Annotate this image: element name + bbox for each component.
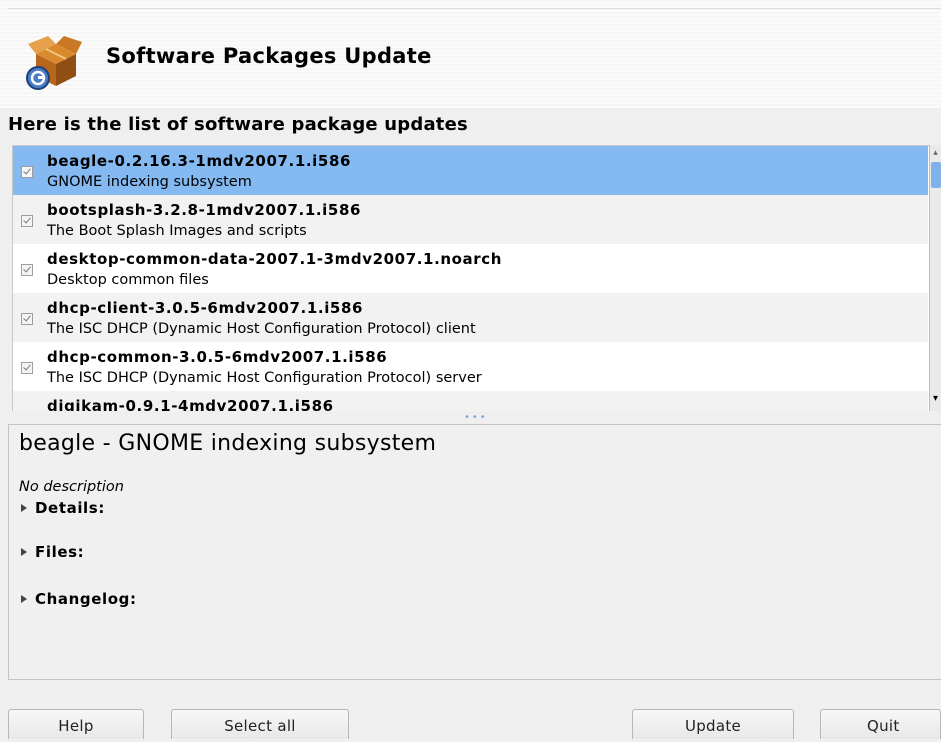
pane-resize-grip[interactable]: ••• [464,413,494,423]
package-name: dhcp-common-3.0.5-6mdv2007.1.i586 [47,348,388,366]
package-name: desktop-common-data-2007.1-3mdv2007.1.no… [47,250,503,268]
package-name: beagle-0.2.16.3-1mdv2007.1.i586 [47,152,352,170]
expander-label: Files: [35,543,85,561]
scroll-thumb[interactable] [931,162,941,188]
scroll-up-arrow-icon[interactable]: ▴ [930,147,941,159]
package-checkbox[interactable] [21,166,33,178]
scroll-down-arrow-icon[interactable]: ▾ [930,393,941,405]
changelog-expander[interactable]: Changelog: [21,590,137,608]
quit-button[interactable]: Quit [820,709,941,739]
header-banner: Software Packages Update [0,0,941,108]
package-row[interactable]: dhcp-common-3.0.5-6mdv2007.1.i586 The ISC… [13,342,928,391]
package-name: dhcp-client-3.0.5-6mdv2007.1.i586 [47,299,364,317]
package-row[interactable]: beagle-0.2.16.3-1mdv2007.1.i586 GNOME ind… [13,146,928,195]
page-title: Software Packages Update [106,44,432,68]
select-all-button[interactable]: Select all [171,709,349,739]
details-expander[interactable]: Details: [21,499,105,517]
header-divider [8,8,941,9]
package-description: Desktop common files [47,272,209,288]
expander-label: Details: [35,499,105,517]
package-row[interactable]: digikam-0.9.1-4mdv2007.1.i586 [13,391,928,411]
details-description: No description [19,479,124,495]
package-name: digikam-0.9.1-4mdv2007.1.i586 [47,397,334,411]
files-expander[interactable]: Files: [21,543,84,561]
package-description: GNOME indexing subsystem [47,174,252,190]
help-button[interactable]: Help [8,709,144,739]
package-name: bootsplash-3.2.8-1mdv2007.1.i586 [47,201,362,219]
package-update-icon [26,36,82,90]
update-button[interactable]: Update [632,709,794,739]
package-checkbox[interactable] [21,264,33,276]
package-description: The Boot Splash Images and scripts [47,223,307,239]
package-checkbox[interactable] [21,362,33,374]
package-list-scrollbar[interactable]: ▴ ▾ [929,145,941,411]
package-row[interactable]: desktop-common-data-2007.1-3mdv2007.1.no… [13,244,928,293]
expand-arrow-icon [21,548,27,556]
package-description: The ISC DHCP (Dynamic Host Configuration… [47,321,476,337]
update-list-label: Here is the list of software package upd… [8,114,468,135]
expand-arrow-icon [21,595,27,603]
package-description: The ISC DHCP (Dynamic Host Configuration… [47,370,482,386]
package-row[interactable]: bootsplash-3.2.8-1mdv2007.1.i586 The Boot… [13,195,928,244]
package-details-panel: beagle - GNOME indexing subsystem No des… [8,424,941,680]
package-row[interactable]: dhcp-client-3.0.5-6mdv2007.1.i586 The ISC… [13,293,928,342]
package-checkbox[interactable] [21,313,33,325]
expander-label: Changelog: [35,590,137,608]
expand-arrow-icon [21,504,27,512]
package-checkbox[interactable] [21,215,33,227]
details-title: beagle - GNOME indexing subsystem [19,431,437,456]
package-list[interactable]: beagle-0.2.16.3-1mdv2007.1.i586 GNOME ind… [12,145,941,411]
